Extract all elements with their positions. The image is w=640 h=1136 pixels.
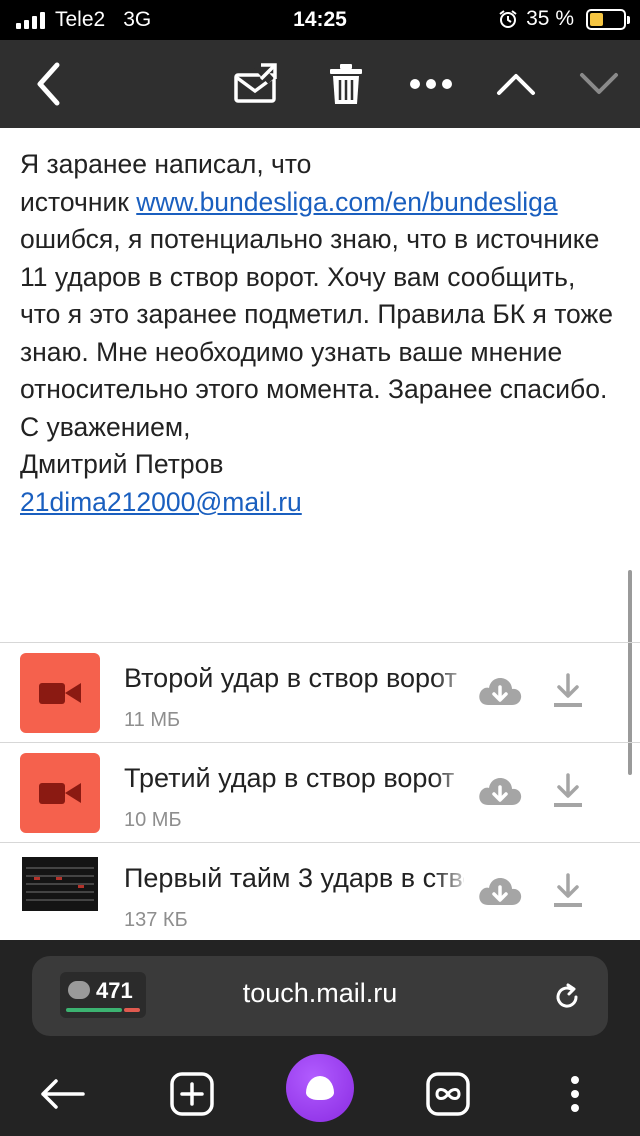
more-icon [410, 79, 452, 89]
email-text: источник [20, 186, 137, 217]
attachment-item[interactable]: Третий удар в створ ворот 10 МБ [0, 742, 640, 842]
url-text[interactable]: touch.mail.ru [32, 978, 608, 1009]
sender-email-link[interactable]: 21dima212000@mail.ru [20, 487, 302, 517]
browser-menu-button[interactable] [545, 1064, 605, 1124]
attachment-size: 11 МБ [124, 709, 181, 731]
cloud-download-icon[interactable] [476, 771, 524, 811]
more-button[interactable] [407, 60, 455, 108]
browser-bar: 471 touch.mail.ru [0, 940, 640, 1136]
new-tab-button[interactable] [162, 1064, 222, 1124]
plus-square-icon [170, 1072, 214, 1116]
chevron-down-icon [580, 73, 618, 94]
attachment-size: 137 КБ [124, 909, 188, 931]
email-regards: С уважением, [20, 411, 191, 442]
attachment-item[interactable]: Первый тайм 3 ударв в створ 137 КБ [0, 842, 640, 942]
attachment-name[interactable]: Третий удар в створ ворот [124, 763, 464, 794]
alarm-icon [499, 10, 517, 28]
email-paragraph: ошибся, я потенциально знаю, что в источ… [20, 224, 613, 404]
trash-icon [330, 64, 362, 104]
screenshot-preview [22, 857, 98, 911]
attachment-name[interactable]: Второй удар в створ ворот [124, 663, 464, 694]
status-bar: Tele2 3G 14:25 35 % [0, 0, 640, 40]
reload-icon[interactable] [552, 982, 582, 1012]
status-right: 35 % [498, 7, 630, 31]
arrow-left-icon [41, 1079, 85, 1109]
image-thumbnail[interactable] [20, 853, 100, 933]
email-text-line: Я заранее написал, что [20, 149, 312, 179]
back-chevron-icon [37, 62, 60, 106]
previous-email-button[interactable] [492, 60, 540, 108]
infinity-tab-icon [426, 1072, 470, 1116]
source-link[interactable]: www.bundesliga.com/en/bundesliga [136, 187, 557, 217]
email-body: Я заранее написал, что источник www.bund… [20, 146, 620, 521]
cloud-download-icon[interactable] [476, 671, 524, 711]
back-button[interactable] [24, 60, 72, 108]
delete-button[interactable] [322, 60, 370, 108]
attachments-list: Второй удар в створ ворот 11 МБ Третий у… [0, 642, 640, 942]
download-icon[interactable] [550, 771, 586, 811]
alice-assistant-button[interactable] [286, 1054, 354, 1122]
battery-percent: 35 % [526, 7, 574, 30]
video-thumbnail[interactable] [20, 753, 100, 833]
attachment-item[interactable]: Второй удар в створ ворот 11 МБ [0, 642, 640, 742]
video-thumbnail[interactable] [20, 653, 100, 733]
attachment-size: 10 МБ [124, 809, 182, 831]
next-email-button[interactable] [575, 60, 623, 108]
email-toolbar [0, 40, 640, 128]
vertical-dots-icon [571, 1076, 579, 1112]
battery-icon [586, 8, 630, 30]
browser-back-button[interactable] [32, 1064, 92, 1124]
chevron-up-icon [497, 74, 535, 95]
tabs-button[interactable] [418, 1064, 478, 1124]
email-signature: Дмитрий Петров [20, 449, 224, 479]
address-bar[interactable]: 471 touch.mail.ru [32, 956, 608, 1036]
mark-unread-button[interactable] [233, 60, 281, 108]
email-text-line: источник www.bundesliga.com/en/bundeslig… [20, 184, 620, 222]
download-icon[interactable] [550, 671, 586, 711]
attachment-name[interactable]: Первый тайм 3 ударв в створ [124, 863, 464, 894]
download-icon[interactable] [550, 871, 586, 911]
video-camera-icon [39, 683, 65, 704]
mark-unread-icon [234, 63, 277, 103]
alice-icon [306, 1076, 334, 1100]
cloud-download-icon[interactable] [476, 871, 524, 911]
video-camera-icon [39, 783, 65, 804]
